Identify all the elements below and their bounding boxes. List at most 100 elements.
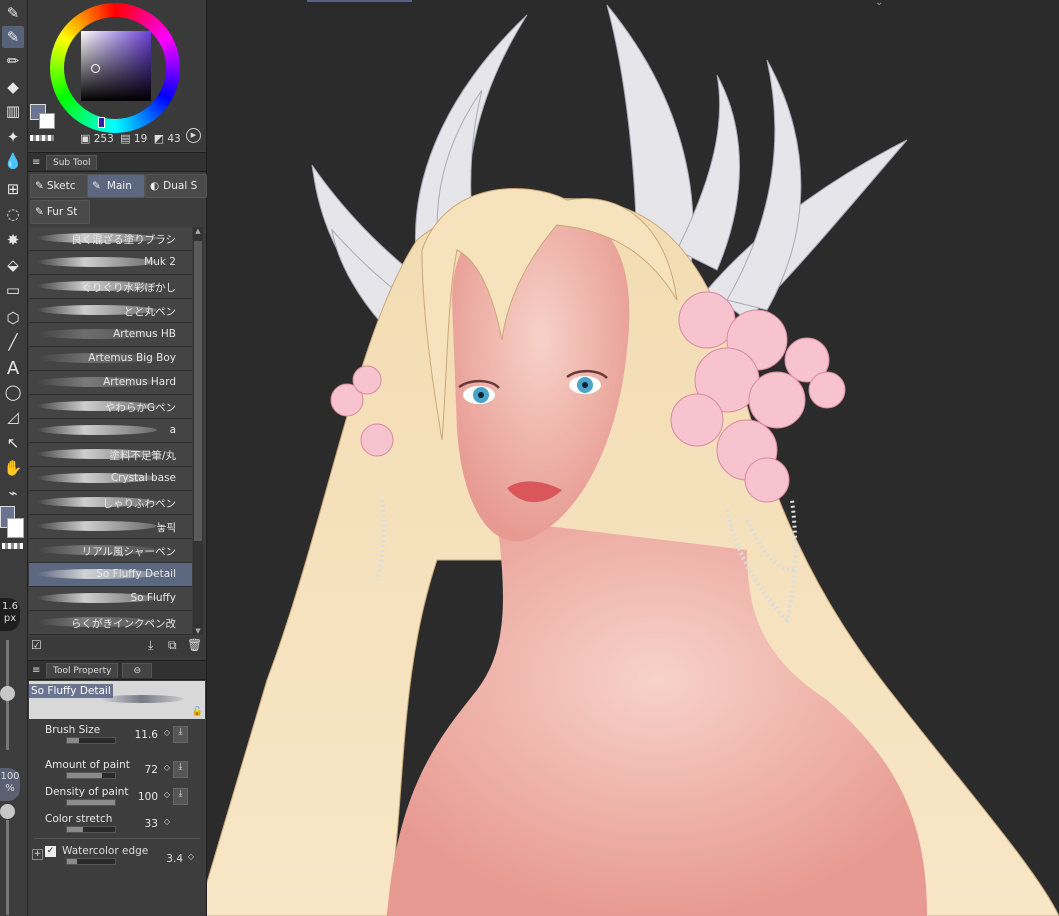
spinner-icon[interactable]: ◇	[164, 817, 170, 826]
lock-icon[interactable]: 🔓	[192, 707, 203, 717]
brush-list-scrollbar[interactable]: ▲ ▼	[193, 227, 203, 635]
expand-icon[interactable]: +	[32, 849, 43, 860]
brush-item[interactable]: Muk 2	[29, 251, 192, 275]
size-slider-knob[interactable]	[0, 686, 15, 701]
eraser-tool-icon[interactable]: ◆	[2, 76, 24, 98]
subtool-panel-header: ≡ Sub Tool	[28, 152, 206, 172]
brush-list: 良く混ざる塗りブラシ Muk 2 ぐりぐり水彩ぼかし とと丸ペン Artemus…	[29, 227, 192, 635]
lasso-tool-icon[interactable]: ◌	[2, 203, 24, 225]
drawing-canvas[interactable]: ⌄	[207, 0, 1059, 916]
other-tab[interactable]: ⊖	[122, 662, 152, 678]
brush-item-selected[interactable]: So Fluffy Detail	[29, 563, 192, 587]
prop-slider[interactable]	[66, 737, 116, 744]
prop-density-of-paint: Density of paint 100 ◇ ⤓	[28, 784, 206, 811]
pencil-tool-icon[interactable]: ✏	[2, 50, 24, 72]
scroll-down-icon[interactable]: ▼	[193, 627, 203, 635]
group-tab-sketch[interactable]: ✎ Sketc	[30, 174, 88, 198]
hand-tool-icon[interactable]: ✋	[2, 457, 24, 479]
brush-name: Muk 2	[144, 256, 176, 268]
airbrush-tool-icon[interactable]: ✦	[2, 126, 24, 148]
opacity-slider-track[interactable]	[6, 820, 9, 915]
brush-item[interactable]: 塗料不足筆/丸	[29, 443, 192, 467]
prop-value[interactable]: 3.4	[166, 853, 183, 865]
brush-name: So Fluffy Detail	[96, 568, 176, 580]
object-tool-icon[interactable]: ⬡	[2, 307, 24, 329]
tab-sub-tool-label: Sub Tool	[53, 157, 91, 168]
group-tab-dual-label: Dual S	[163, 180, 198, 192]
spinner-icon[interactable]: ◇	[164, 728, 170, 737]
brush-size-preview: 1.6 px	[0, 598, 20, 631]
operation-tool-icon[interactable]: ⊞	[2, 178, 24, 200]
panel-menu-icon[interactable]: ≡	[32, 665, 40, 676]
correct-line-tool-icon[interactable]: ↖	[2, 432, 24, 454]
tab-tool-property[interactable]: Tool Property	[46, 662, 119, 678]
tab-sub-tool[interactable]: Sub Tool	[46, 154, 98, 170]
brush-item[interactable]: Crystal base	[29, 467, 192, 491]
brush-name: らくがきインクペン改	[71, 618, 176, 630]
prop-slider[interactable]	[66, 826, 116, 833]
brush-item[interactable]: So Fluffy	[29, 587, 192, 611]
brush-tool-icon[interactable]: ✎	[2, 26, 24, 48]
wheel-sub-color[interactable]	[39, 113, 55, 129]
pressure-icon[interactable]: ⤓	[173, 726, 188, 743]
opacity-slider-knob[interactable]	[0, 804, 15, 819]
text-tool-icon[interactable]: A	[2, 357, 24, 379]
scroll-up-icon[interactable]: ▲	[193, 227, 203, 235]
spinner-icon[interactable]: ◇	[188, 852, 194, 861]
hue-marker[interactable]	[98, 117, 105, 128]
brush-name: リアル風シャーペン	[81, 546, 176, 558]
duplicate-icon[interactable]: ⧉	[168, 638, 177, 653]
group-tab-fur[interactable]: ✎ Fur St	[30, 200, 90, 224]
v-icon: ◩	[153, 132, 165, 145]
brush-item[interactable]: しゃりふわペン	[29, 491, 192, 515]
opacity-preview: 100 %	[0, 768, 20, 801]
pressure-icon[interactable]: ⤓	[173, 788, 188, 805]
brush-item[interactable]: ぐりぐり水彩ぼかし	[29, 275, 192, 299]
brush-item[interactable]: a	[29, 419, 192, 443]
fill-tool-icon[interactable]: ⬙	[2, 254, 24, 276]
brush-item[interactable]: やわらかGペン	[29, 395, 192, 419]
scroll-thumb[interactable]	[194, 241, 202, 541]
pen-tool-icon[interactable]: ✎	[2, 2, 24, 24]
color-mode-toggle-icon[interactable]: ▶	[186, 128, 201, 143]
sub-color-swatch[interactable]	[7, 518, 24, 538]
brush-item[interactable]: 놓픽	[29, 515, 192, 539]
group-tab-dual[interactable]: ◐ Dual S	[145, 174, 207, 198]
brush-item[interactable]: とと丸ペン	[29, 299, 192, 323]
transparent-color-swatch[interactable]	[2, 543, 23, 549]
decoration-tool-icon[interactable]: ▥	[2, 100, 24, 122]
prop-value[interactable]: 33	[145, 818, 158, 830]
spinner-icon[interactable]: ◇	[164, 790, 170, 799]
line-tool-icon[interactable]: ╱	[2, 331, 24, 353]
blend-tool-icon[interactable]: 💧	[2, 150, 24, 172]
brush-item[interactable]: Artemus Hard	[29, 371, 192, 395]
prop-slider[interactable]	[66, 799, 116, 806]
spinner-icon[interactable]: ◇	[164, 763, 170, 772]
delete-icon[interactable]: 🗑	[187, 638, 202, 652]
import-icon[interactable]: ⤓	[148, 638, 153, 653]
wheel-transparent-color[interactable]	[30, 135, 54, 141]
group-tab-main[interactable]: ✎ Main	[87, 174, 145, 198]
brush-item[interactable]: 良く混ざる塗りブラシ	[29, 227, 192, 251]
prop-value[interactable]: 72	[145, 764, 158, 776]
pressure-icon[interactable]: ⤓	[173, 761, 188, 778]
eyedropper-tool-icon[interactable]: ⌁	[2, 482, 24, 504]
prop-slider[interactable]	[66, 858, 116, 865]
subtool-settings-icon[interactable]: ☑	[31, 638, 42, 652]
brush-item[interactable]: Artemus Big Boy	[29, 347, 192, 371]
ruler-tool-icon[interactable]: ◿	[2, 406, 24, 428]
balloon-tool-icon[interactable]: ◯	[2, 381, 24, 403]
tab-tool-property-label: Tool Property	[53, 665, 112, 676]
prop-value[interactable]: 100	[138, 791, 158, 803]
panel-menu-icon[interactable]: ≡	[32, 157, 40, 168]
brush-item[interactable]: らくがきインクペン改	[29, 611, 192, 635]
auto-select-tool-icon[interactable]: ✸	[2, 229, 24, 251]
brush-item[interactable]: リアル風シャーペン	[29, 539, 192, 563]
prop-value[interactable]: 11.6	[135, 729, 158, 741]
gradient-tool-icon[interactable]: ▭	[2, 279, 24, 301]
brush-item[interactable]: Artemus HB	[29, 323, 192, 347]
prop-label: Color stretch	[45, 813, 113, 825]
prop-slider[interactable]	[66, 772, 116, 779]
prop-amount-of-paint: Amount of paint 72 ◇ ⤓	[28, 757, 206, 784]
watercolor-checkbox[interactable]: ✓	[45, 846, 56, 857]
